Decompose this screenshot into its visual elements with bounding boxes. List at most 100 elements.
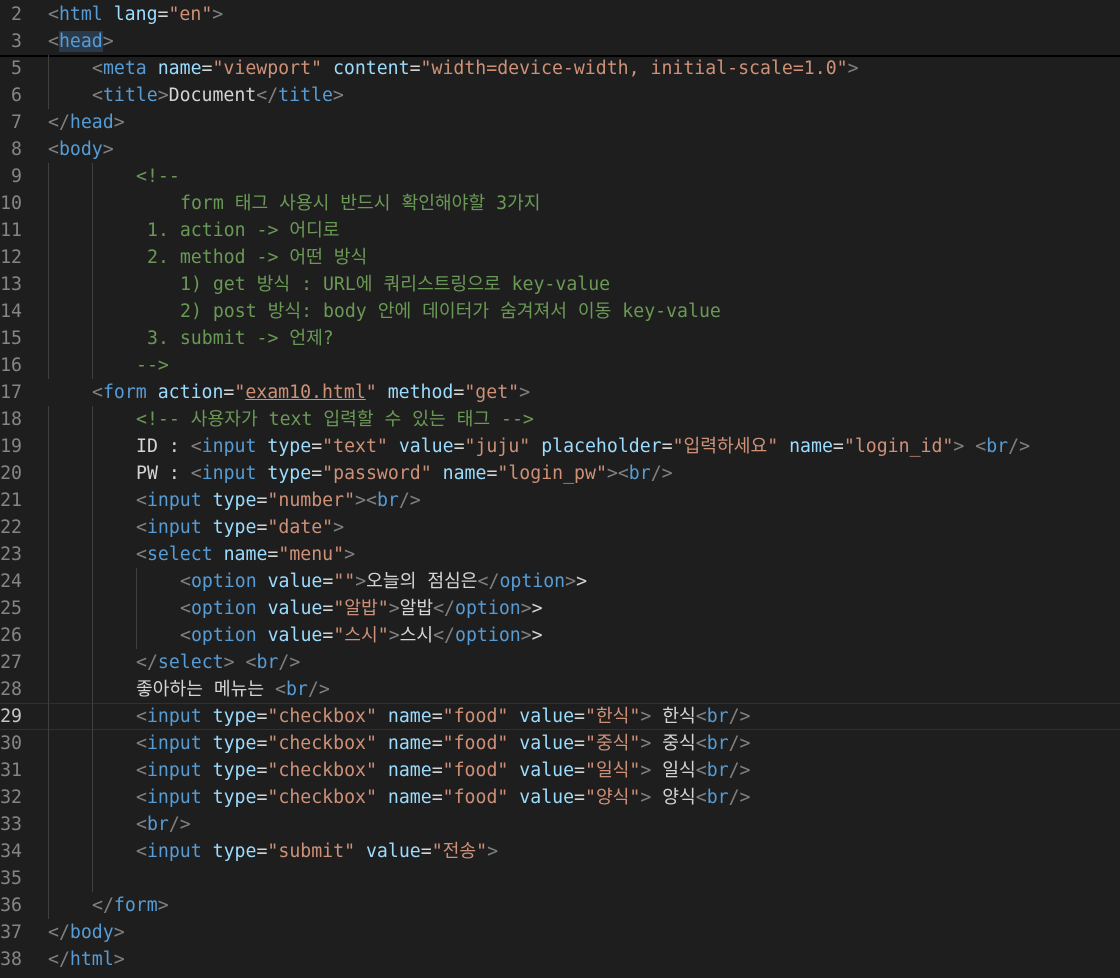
code-punctuation: < [695,706,707,727]
code-line[interactable]: 28 좋아하는 메뉴는 <br/> [0,676,1120,703]
code-tag-name: br [706,733,729,754]
code-line[interactable]: 34 <input type="submit" value="전송"> [0,838,1120,865]
code-line[interactable]: 33 <br/> [0,811,1120,838]
code-text: 오늘의 점심은 [366,571,478,592]
code-line[interactable]: 36 </form> [0,892,1120,919]
code-attribute: value [519,733,575,754]
code-editor[interactable]: 2 <html lang="en"> 3 <head> 5 <meta name="vie… [0,0,1120,978]
indent-guide [48,892,49,919]
code-line[interactable]: 18 <!-- 사용자가 text 입력할 수 있는 태그 --> [0,406,1120,433]
code-tag-name: html [69,949,114,970]
code-punctuation: < [48,139,59,160]
indent-guide [48,811,49,838]
code-line[interactable]: 32 <input type="checkbox" name="food" val… [0,784,1120,811]
code-tag-name: br [628,463,651,484]
code-punctuation: /> [398,490,421,511]
code-punctuation: > [640,787,652,808]
code-string: "viewport" [212,58,322,79]
code-attribute: value [365,841,421,862]
code-line[interactable]: 17 <form action="exam10.html" method="get… [0,379,1120,406]
code-punctuation: > [640,760,652,781]
code-line[interactable]: 11 1. action -> 어디로 [0,217,1120,244]
code-line[interactable]: 3 <head> [0,28,1120,57]
indent-guide [136,622,137,649]
code-line[interactable]: 29 <input type="checkbox" name="food" val… [0,703,1120,730]
code-text: = [322,598,334,619]
indent-guide [136,568,137,595]
code-line[interactable]: 35 [0,865,1120,892]
code-line[interactable]: 23 <select name="menu"> [0,541,1120,568]
code-line[interactable]: 16 --> [0,352,1120,379]
code-text: = [311,436,323,457]
code-line[interactable]: 26 <option value="스시">스시</option>> [0,622,1120,649]
code-punctuation: < [92,85,103,106]
code-text: 스시 [399,625,434,646]
line-number: 31 [0,760,22,781]
code-punctuation: < [136,517,147,538]
code-line[interactable]: 24 <option value="">오늘의 점심은</option>> [0,568,1120,595]
code-line[interactable]: 20 PW : <input type="password" name="logi… [0,460,1120,487]
code-content: 1) get 방식 : URL에 쿼리스트링으로 key-value [180,271,610,298]
code-line[interactable]: 6 <title>Document</title> [0,82,1120,109]
code-line[interactable]: 5 <meta name="viewport" content="width=de… [0,55,1120,82]
indent-guide [48,163,49,190]
code-text: = [256,733,268,754]
code-line[interactable]: 12 2. method -> 어떤 방식 [0,244,1120,271]
code-line[interactable]: 22 <input type="date"> [0,514,1120,541]
code-punctuation: </ [433,625,456,646]
code-attribute: name [157,58,202,79]
code-text: > [531,625,543,646]
line-number: 18 [0,409,22,430]
code-punctuation: < [136,814,147,835]
code-line[interactable]: 27 </select> <br/> [0,649,1120,676]
indent-guide [92,514,93,541]
code-line[interactable]: 7 </head> [0,109,1120,136]
indent-guide [92,784,93,811]
code-string: "중식" [585,733,641,754]
code-text: = [256,787,268,808]
code-content: 2) post 방식: body 안에 데이터가 숨겨져서 이동 key-val… [180,298,721,325]
code-punctuation: < [975,436,987,457]
code-line[interactable]: 15 3. submit -> 언제? [0,325,1120,352]
code-line[interactable]: 13 1) get 방식 : URL에 쿼리스트링으로 key-value [0,271,1120,298]
indent-guide [92,298,93,325]
code-line[interactable]: 21 <input type="number"><br/> [0,487,1120,514]
code-line[interactable]: 19 ID : <input type="text" value="juju" p… [0,433,1120,460]
indent-guide [92,757,93,784]
code-punctuation: </ [136,652,158,673]
code-content: <input type="date"> [136,514,344,541]
code-line[interactable]: 9 <!-- [0,163,1120,190]
line-number: 8 [11,139,22,160]
code-line[interactable]: 25 <option value="알밥">알밥</option>> [0,595,1120,622]
code-line[interactable]: 14 2) post 방식: body 안에 데이터가 숨겨져서 이동 key-v… [0,298,1120,325]
code-text: = [453,382,465,403]
code-attribute: name [387,787,432,808]
code-punctuation: </ [48,112,70,133]
code-punctuation: < [136,733,147,754]
indent-guide [48,271,49,298]
code-line[interactable]: 8 <body> [0,136,1120,163]
code-comment: 3. submit -> 언제? [147,328,334,349]
indent-guide [92,244,93,271]
indent-guide [92,730,93,757]
code-line[interactable]: 30 <input type="checkbox" name="food" val… [0,730,1120,757]
code-text: = [574,787,585,808]
code-attribute: type [212,733,257,754]
line-number: 27 [0,652,22,673]
code-string: "login_pw" [497,463,607,484]
code-tag-name: option [190,625,257,646]
code-line[interactable]: 2 <html lang="en"> [0,1,1120,28]
code-line[interactable]: 31 <input type="checkbox" name="food" val… [0,757,1120,784]
code-line[interactable]: 38 </html> [0,946,1120,973]
indent-guide [48,406,49,433]
code-line[interactable]: 10 form 태그 사용시 반드시 확인해야할 3가지 [0,190,1120,217]
code-content: PW : <input type="password" name="login_… [136,460,673,487]
code-line[interactable]: 37 </body> [0,919,1120,946]
code-text: > [531,598,543,619]
code-string: "checkbox" [267,760,377,781]
